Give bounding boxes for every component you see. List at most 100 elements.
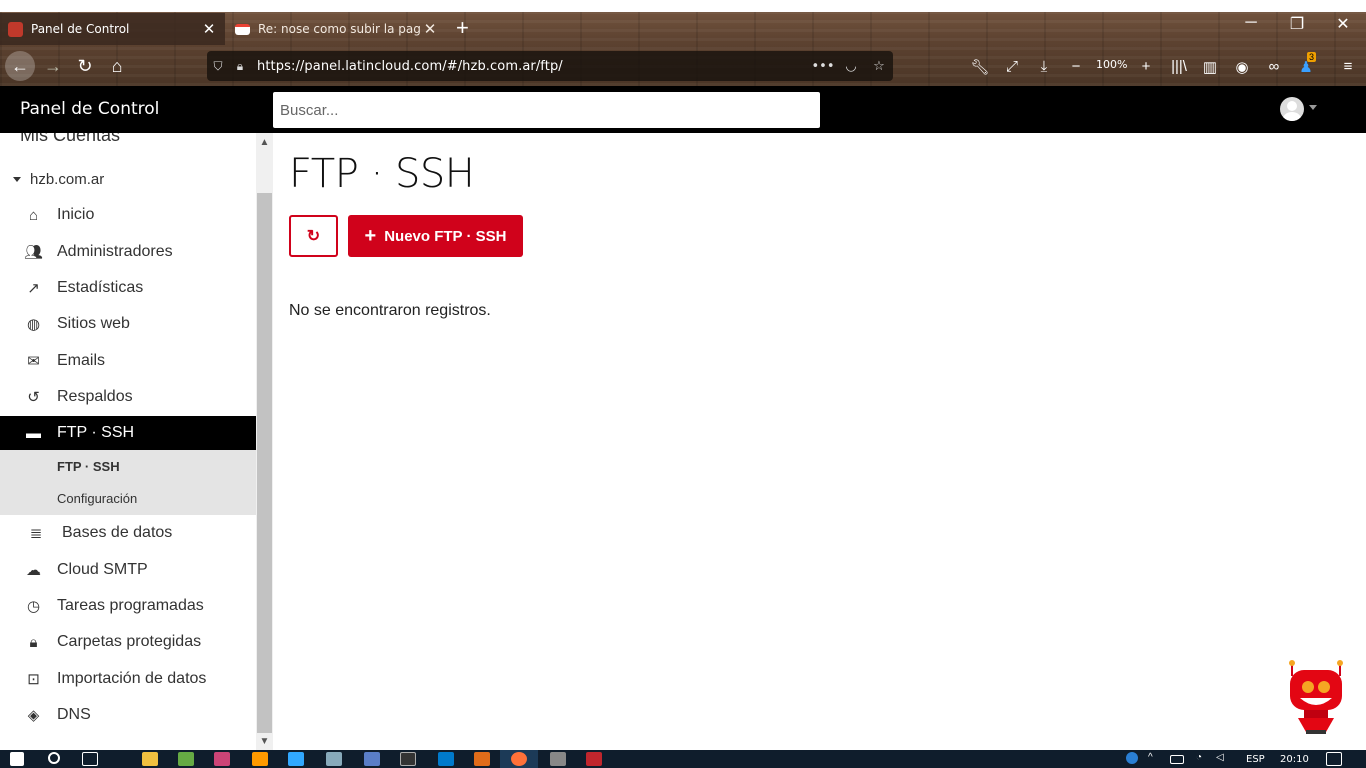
close-tab-icon[interactable]: ✕	[199, 20, 219, 38]
firefox-icon[interactable]	[511, 752, 527, 766]
download-icon[interactable]: ⤓	[1031, 58, 1057, 75]
language-indicator[interactable]: ESP	[1246, 754, 1265, 765]
sidebar-item-tareas-programadas[interactable]: ◷ Tareas programadas	[0, 589, 256, 623]
fullscreen-icon[interactable]: ⤢	[999, 58, 1025, 75]
sidebar-item-ftp-ssh[interactable]: ▬ FTP · SSH	[0, 416, 256, 450]
sidebar-item-sitios-web[interactable]: ◍ Sitios web	[0, 307, 256, 341]
zoom-in-icon[interactable]: +	[1133, 58, 1159, 75]
scroll-down-icon[interactable]: ▼	[256, 734, 273, 750]
pocket-icon[interactable]: ◡	[837, 59, 865, 74]
chat-robot-icon[interactable]	[1286, 660, 1346, 735]
sidebar-toggle-icon[interactable]: ▥	[1197, 58, 1223, 76]
sidebar-item-carpetas-protegidas[interactable]: 🔒︎ Carpetas protegidas	[0, 625, 256, 659]
mail-icon: ✉	[27, 353, 40, 370]
sidebar-item-emails[interactable]: ✉ Emails	[0, 344, 256, 378]
restore-icon: ↺	[27, 389, 40, 406]
library-icon[interactable]: |||\	[1166, 58, 1192, 75]
back-arrow-icon[interactable]: ←	[5, 51, 35, 81]
private-mask-icon[interactable]: ∞	[1261, 58, 1287, 75]
app-icon[interactable]	[214, 752, 230, 766]
home-icon: ⌂	[28, 206, 39, 224]
menu-hamburger-icon[interactable]: ≡	[1335, 58, 1361, 75]
refresh-button[interactable]: ↻	[289, 215, 338, 257]
lock-icon: 🔒︎	[29, 633, 38, 651]
notifications-icon[interactable]	[1326, 752, 1342, 766]
tab-title: Panel de Control	[31, 22, 130, 36]
chevron-down-icon[interactable]	[1309, 105, 1317, 110]
task-view-icon[interactable]	[82, 752, 98, 766]
app-icon[interactable]	[364, 752, 380, 766]
bookmark-star-icon[interactable]: ☆	[865, 59, 893, 74]
minimize-icon[interactable]: ─	[1228, 14, 1274, 32]
sidebar-item-dns[interactable]: ◈ DNS	[0, 698, 256, 732]
user-avatar[interactable]	[1280, 97, 1304, 121]
scrollbar-thumb[interactable]	[257, 193, 272, 733]
shield-icon[interactable]: ⛉	[207, 59, 229, 74]
account-selector[interactable]: hzb.com.ar	[13, 171, 104, 188]
notification-badge: 3	[1307, 52, 1317, 62]
forward-arrow-icon[interactable]: →	[38, 51, 68, 81]
chevron-up-icon[interactable]: ^	[1148, 752, 1164, 766]
url-text[interactable]: https://panel.latincloud.com/#/hzb.com.a…	[251, 59, 809, 74]
wrench-icon[interactable]: 🔧︎	[967, 58, 993, 76]
zoom-out-icon[interactable]: −	[1063, 58, 1089, 75]
zoom-level[interactable]: 100%	[1096, 58, 1127, 71]
reload-icon[interactable]: ↻	[70, 51, 100, 81]
close-tab-icon[interactable]: ✕	[420, 20, 440, 38]
tab-gmail[interactable]: Re: nose como subir la pagina ✕	[227, 13, 446, 45]
search-icon[interactable]	[48, 752, 60, 764]
clock[interactable]: 20:10	[1280, 754, 1309, 765]
filezilla-icon[interactable]	[586, 752, 602, 766]
terminal-icon[interactable]	[400, 752, 416, 766]
sidebar-item-cloud-smtp[interactable]: ☁ Cloud SMTP	[0, 553, 256, 587]
close-window-icon[interactable]: ✕	[1320, 14, 1366, 34]
address-bar[interactable]: ⛉ 🔒︎ https://panel.latincloud.com/#/hzb.…	[207, 51, 893, 81]
more-actions-icon[interactable]: •••	[809, 59, 837, 74]
extension-icon[interactable]: ♟ 3	[1293, 52, 1319, 76]
new-tab-icon[interactable]: +	[456, 15, 469, 41]
sidebar-item-importacion-de-datos[interactable]: ⊡ Importación de datos	[0, 662, 256, 696]
sidebar-item-respaldos[interactable]: ↺ Respaldos	[0, 380, 256, 414]
photoshop-icon[interactable]	[288, 752, 304, 766]
illustrator-icon[interactable]	[252, 752, 268, 766]
account-icon[interactable]: ◉	[1229, 58, 1255, 76]
app-icon[interactable]	[550, 752, 566, 766]
trending-icon: ↗	[27, 280, 40, 297]
account-name: hzb.com.ar	[30, 171, 105, 188]
tab-panel-de-control[interactable]: Panel de Control ✕	[0, 13, 225, 45]
restore-icon[interactable]: ❐	[1274, 14, 1320, 34]
active-app-highlight[interactable]	[500, 750, 538, 768]
battery-icon[interactable]	[1170, 755, 1184, 764]
app-icon[interactable]	[474, 752, 490, 766]
latincloud-favicon-icon	[8, 21, 23, 37]
volume-icon[interactable]: ◁	[1216, 752, 1232, 766]
app-icon[interactable]	[326, 752, 342, 766]
search-input[interactable]	[273, 92, 820, 128]
sidebar-item-administradores[interactable]: 👥︎ Administradores	[0, 235, 256, 269]
title-strip	[0, 0, 1366, 12]
tab-title: Re: nose como subir la pagina	[258, 22, 420, 36]
app-icon[interactable]	[178, 752, 194, 766]
sidebar-item-label: Carpetas protegidas	[57, 633, 202, 650]
sidebar-item-estadisticas[interactable]: ↗ Estadísticas	[0, 271, 256, 305]
vscode-icon[interactable]	[438, 752, 454, 766]
scroll-up-icon[interactable]: ▲	[256, 135, 273, 151]
lock-icon[interactable]: 🔒︎	[229, 59, 251, 74]
new-ftp-ssh-button[interactable]: + Nuevo FTP · SSH	[348, 215, 523, 257]
sidebar-scrollbar[interactable]: ▲ ▼	[256, 133, 273, 750]
sidebar-item-inicio[interactable]: ⌂ Inicio	[0, 198, 256, 232]
help-icon[interactable]	[1126, 752, 1138, 764]
submenu-item-configuracion[interactable]: Configuración	[57, 491, 137, 506]
sidebar: Mis Cuentas hzb.com.ar ⌂ Inicio 👥︎ Admin…	[0, 133, 256, 750]
file-explorer-icon[interactable]	[142, 752, 158, 766]
windows-taskbar: ^ ◔ ◁ ESP 20:10	[0, 750, 1366, 768]
people-icon: 👥︎	[23, 244, 44, 261]
submenu-item-ftp-ssh[interactable]: FTP · SSH	[57, 459, 120, 474]
sidebar-item-label: Tareas programadas	[57, 597, 204, 614]
windows-start-icon[interactable]	[10, 752, 24, 766]
wifi-icon[interactable]: ◔	[1196, 752, 1212, 766]
main-content: FTP · SSH ↻ + Nuevo FTP · SSH No se enco…	[273, 133, 1366, 750]
sidebar-item-bases-de-datos[interactable]: ≣ Bases de datos	[0, 516, 256, 550]
home-icon[interactable]: ⌂	[102, 51, 132, 81]
brand-logo[interactable]: Panel de Control	[20, 99, 159, 119]
